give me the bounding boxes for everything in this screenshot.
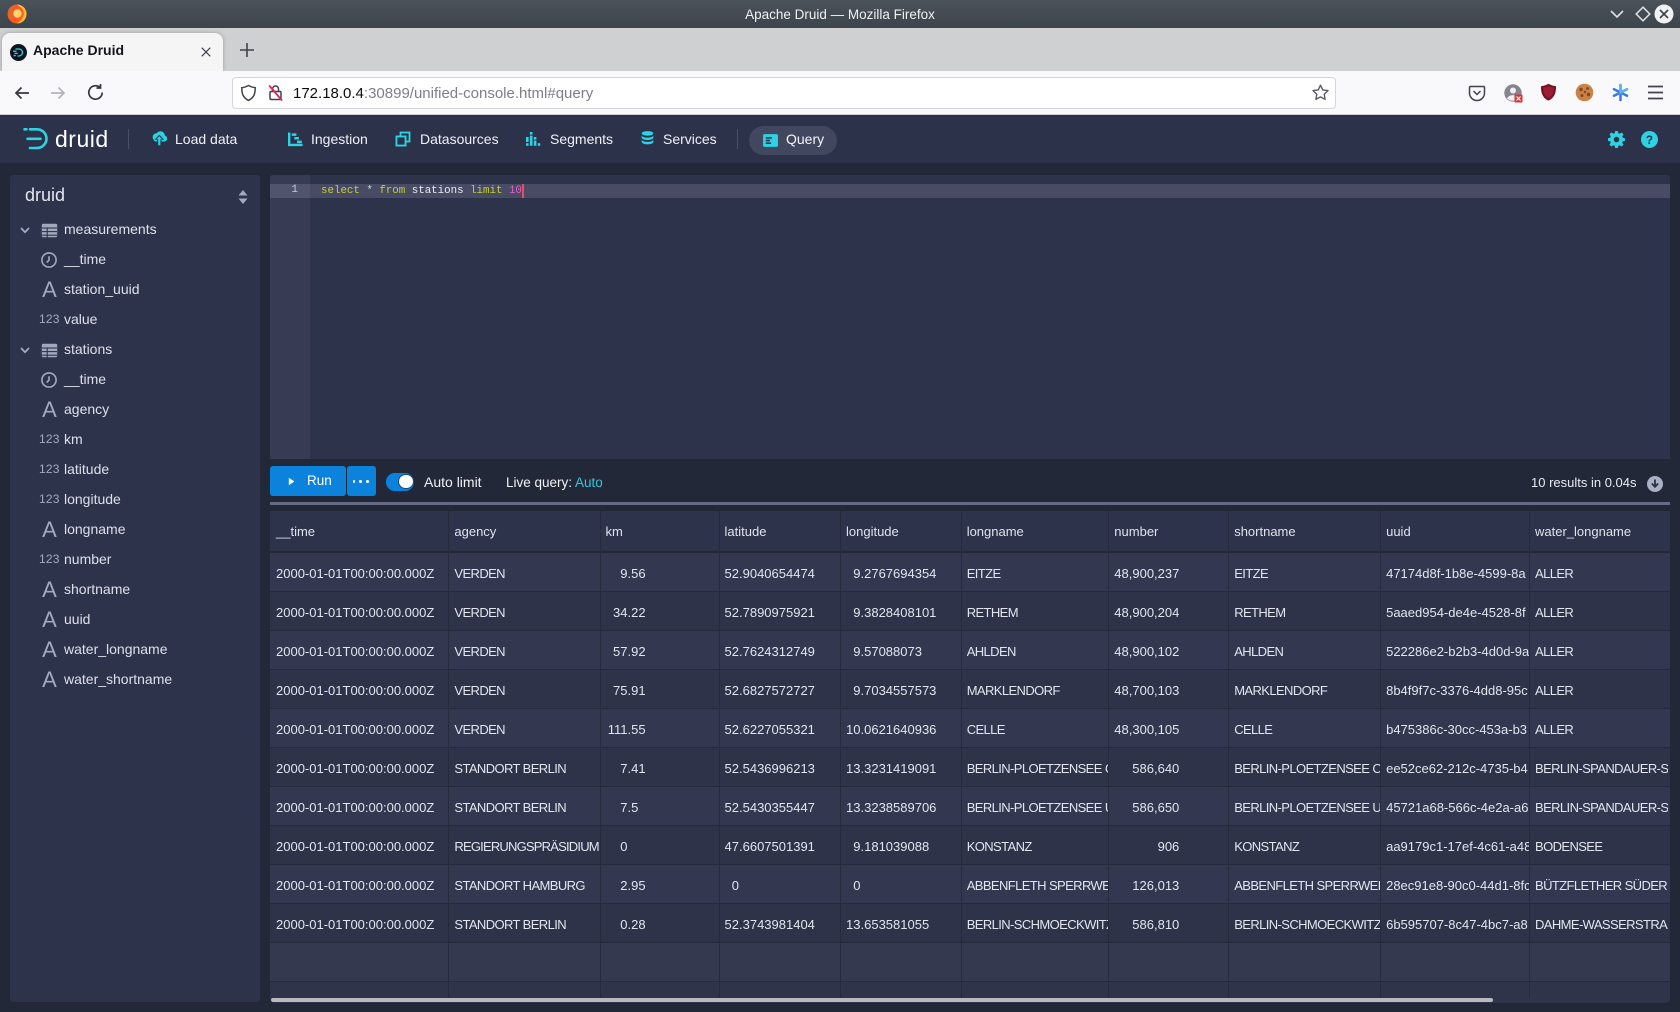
svg-text:?: ? bbox=[1646, 134, 1653, 147]
